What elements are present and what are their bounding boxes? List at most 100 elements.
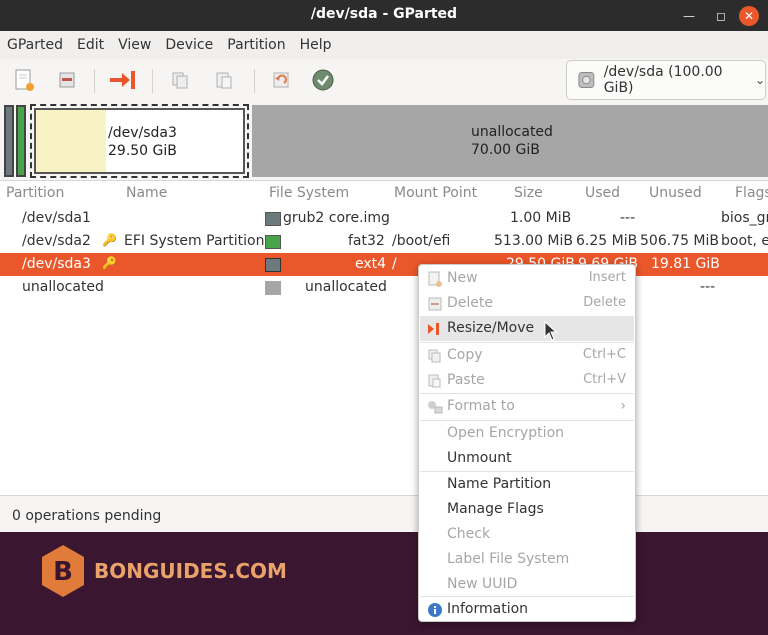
cell-fs: unallocated [305,279,387,295]
key-icon: 🔑 [102,233,117,247]
menu-view[interactable]: View [111,31,158,59]
toolbar-apply-button[interactable] [310,67,336,93]
paste-icon [427,373,443,389]
col-mount-point[interactable]: Mount Point [394,185,477,201]
close-icon: ✕ [739,5,759,26]
cell-unused: 19.81 GiB [651,256,720,272]
ctx-check[interactable]: Check [420,522,634,547]
copy-icon [427,348,443,364]
col-size[interactable]: Size [514,185,543,201]
menu-edit[interactable]: Edit [70,31,111,59]
info-icon [427,602,443,618]
table-row-selected[interactable]: /dev/sda3 🔑 ext4 / 29.50 GiB 9.69 GiB 19… [0,253,768,276]
cell-size: 513.00 MiB [494,233,574,249]
toolbar-new-button[interactable] [11,67,37,93]
cell-partition: /dev/sda3 [22,256,91,272]
cell-unused: --- [700,279,716,295]
new-icon [427,271,443,287]
chevron-down-icon: ⌄ [754,73,765,87]
cell-fs: fat32 [348,233,385,249]
menu-help[interactable]: Help [293,31,339,59]
ctx-resize-move[interactable]: Resize/Move [420,316,634,341]
ctx-format-to[interactable]: Format to › [420,394,634,419]
apply-check-icon [312,69,334,91]
logo-letter: B [53,557,73,587]
resize-move-icon [110,71,135,89]
copy-icon [172,72,188,89]
title-bar: /dev/sda - GParted — ◻ ✕ [0,0,768,31]
disk-map-unallocated[interactable]: unallocated 70.00 GiB [252,105,768,177]
menu-bar: GParted Edit View Device Partition Help [0,31,768,59]
gparted-window: /dev/sda - GParted — ◻ ✕ GParted Edit Vi… [0,0,768,532]
col-used[interactable]: Used [585,185,620,201]
minimize-icon: — [683,8,695,23]
cell-partition: unallocated [22,279,104,295]
cell-flags: boot, e [721,233,768,249]
fs-color-swatch [265,258,281,272]
menu-gparted[interactable]: GParted [0,31,70,59]
disk-map-unallocated-name: unallocated [471,124,553,140]
ctx-manage-flags[interactable]: Manage Flags [420,497,634,522]
cell-flags: bios_gr [721,210,768,226]
cell-used: 6.25 MiB [576,233,638,249]
cell-unused: 506.75 MiB [640,233,720,249]
toolbar-copy-button[interactable] [167,67,193,93]
ctx-label-file-system[interactable]: Label File System [420,547,634,572]
operations-pending-text: 0 operations pending [12,508,162,524]
ctx-new[interactable]: New Insert [420,266,634,291]
ctx-delete[interactable]: Delete Delete [420,291,634,316]
resize-icon [427,321,443,337]
ctx-new-uuid[interactable]: New UUID [420,572,634,597]
col-unused[interactable]: Unused [649,185,702,201]
toolbar-delete-button[interactable] [54,67,80,93]
ctx-unmount[interactable]: Unmount [420,446,634,471]
window-title: /dev/sda - GParted [310,6,458,22]
partition-list: Partition Name File System Mount Point S… [0,180,768,495]
column-headers: Partition Name File System Mount Point S… [0,181,768,205]
col-file-system[interactable]: File System [269,185,349,201]
maximize-icon: ◻ [716,8,726,23]
ctx-name-partition[interactable]: Name Partition [420,472,634,497]
brand-text: BONGUIDES.COM [94,559,287,583]
fs-color-swatch [265,212,281,226]
cell-mount: / [392,256,397,272]
cell-used: --- [620,210,636,226]
undo-icon [273,72,289,88]
cell-size: 1.00 MiB [510,210,572,226]
menu-device[interactable]: Device [158,31,220,59]
disk-map-sda3[interactable]: /dev/sda3 29.50 GiB [30,104,249,178]
ctx-open-encryption[interactable]: Open Encryption [420,421,634,446]
format-icon [427,399,443,415]
ctx-information[interactable]: Information [420,597,634,622]
toolbar-resize-button[interactable] [110,67,136,93]
toolbar-paste-button[interactable] [211,67,237,93]
table-row[interactable]: /dev/sda2 🔑 EFI System Partition fat32 /… [0,230,768,253]
cell-name: EFI System Partition [124,233,265,249]
disk-map: /dev/sda3 29.50 GiB unallocated 70.00 Gi… [0,103,768,180]
brand-watermark: B BONGUIDES.COM [40,543,287,599]
ctx-copy[interactable]: Copy Ctrl+C [420,343,634,368]
table-row[interactable]: unallocated unallocated --- [0,276,768,299]
cell-partition: /dev/sda1 [22,210,91,226]
disk-map-sda3-size: 29.50 GiB [108,143,177,159]
maximize-button[interactable]: ◻ [708,0,734,31]
new-partition-icon [15,69,34,91]
menu-partition[interactable]: Partition [220,31,292,59]
table-row[interactable]: /dev/sda1 grub2 core.img 1.00 MiB --- bi… [0,207,768,230]
disk-map-sda1[interactable] [4,105,14,177]
fs-color-swatch [265,235,281,249]
close-button[interactable]: ✕ [736,0,762,31]
context-menu: New Insert Delete Delete Resize/Move Cop… [418,264,636,622]
device-selector-label: /dev/sda (100.00 GiB) [603,64,723,96]
minimize-button[interactable]: — [676,0,702,31]
delete-icon [427,296,443,312]
fs-color-swatch [265,281,281,295]
cell-mount: /boot/efi [392,233,451,249]
toolbar-undo-button[interactable] [268,67,294,93]
col-partition[interactable]: Partition [6,185,64,201]
disk-map-sda2[interactable] [16,105,26,177]
col-flags[interactable]: Flags [735,185,768,201]
ctx-paste[interactable]: Paste Ctrl+V [420,368,634,393]
device-selector[interactable]: /dev/sda (100.00 GiB) ⌄ [566,60,766,100]
col-name[interactable]: Name [126,185,167,201]
